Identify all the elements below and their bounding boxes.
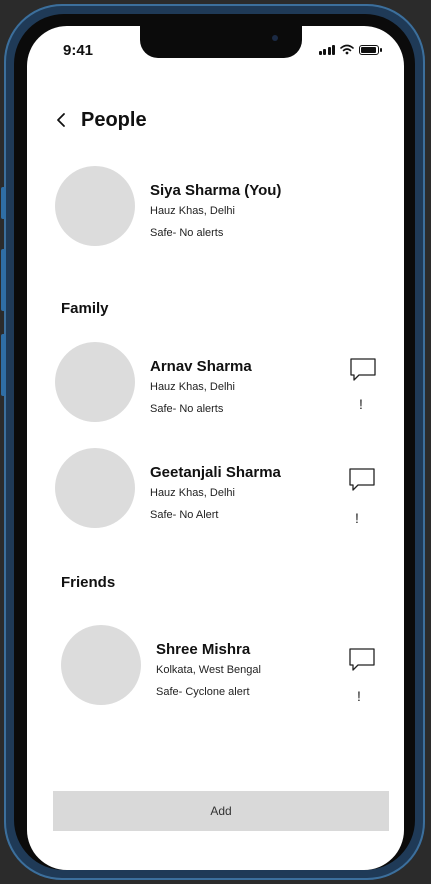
add-button[interactable]: Add bbox=[53, 791, 389, 831]
person-status: Safe- No alerts bbox=[150, 403, 224, 415]
volume-up-button bbox=[1, 249, 6, 311]
person-card-family-2[interactable]: Geetanjali Sharma Hauz Khas, Delhi Safe-… bbox=[27, 446, 404, 530]
chevron-left-icon bbox=[57, 113, 65, 127]
person-card-self[interactable]: Siya Sharma (You) Hauz Khas, Delhi Safe-… bbox=[27, 164, 404, 248]
signal-icon bbox=[318, 44, 335, 55]
notch bbox=[140, 26, 302, 58]
section-title-friends: Friends bbox=[61, 574, 116, 591]
person-card-friends-1[interactable]: Shree Mishra Kolkata, West Bengal Safe- … bbox=[27, 623, 404, 707]
page-header: People bbox=[51, 108, 147, 132]
status-time: 9:41 bbox=[63, 42, 94, 59]
person-name: Arnav Sharma bbox=[150, 358, 252, 375]
avatar bbox=[55, 448, 135, 528]
person-status: Safe- No Alert bbox=[150, 509, 219, 521]
volume-down-button bbox=[1, 334, 6, 396]
section-title-family: Family bbox=[61, 300, 109, 317]
chat-bubble-icon[interactable] bbox=[349, 357, 377, 383]
back-button[interactable] bbox=[51, 108, 71, 132]
home-indicator bbox=[152, 856, 280, 860]
avatar bbox=[55, 166, 135, 246]
app-screen: 9:41 People Siya Sharma (You) Hauz Khas,… bbox=[27, 26, 404, 870]
battery-icon bbox=[359, 44, 379, 55]
person-name: Shree Mishra bbox=[156, 641, 251, 658]
person-status: Safe- No alerts bbox=[150, 227, 224, 239]
mute-switch bbox=[1, 187, 6, 219]
person-location: Kolkata, West Bengal bbox=[156, 664, 261, 676]
person-name: Siya Sharma (You) bbox=[150, 182, 282, 199]
alert-indicator[interactable]: ! bbox=[359, 396, 363, 412]
person-name: Geetanjali Sharma bbox=[150, 464, 281, 481]
person-location: Hauz Khas, Delhi bbox=[150, 487, 235, 499]
person-location: Hauz Khas, Delhi bbox=[150, 381, 235, 393]
person-card-family-1[interactable]: Arnav Sharma Hauz Khas, Delhi Safe- No a… bbox=[27, 340, 404, 424]
status-icons bbox=[318, 44, 382, 55]
person-status: Safe- Cyclone alert bbox=[156, 686, 250, 698]
chat-bubble-icon[interactable] bbox=[348, 647, 376, 673]
wifi-icon bbox=[340, 44, 354, 55]
alert-indicator[interactable]: ! bbox=[355, 510, 359, 526]
chat-bubble-icon[interactable] bbox=[348, 467, 376, 493]
avatar bbox=[61, 625, 141, 705]
camera-dot bbox=[272, 35, 278, 41]
alert-indicator[interactable]: ! bbox=[357, 688, 361, 704]
avatar bbox=[55, 342, 135, 422]
battery-cap bbox=[380, 47, 382, 52]
person-location: Hauz Khas, Delhi bbox=[150, 205, 235, 217]
page-title: People bbox=[81, 108, 147, 131]
